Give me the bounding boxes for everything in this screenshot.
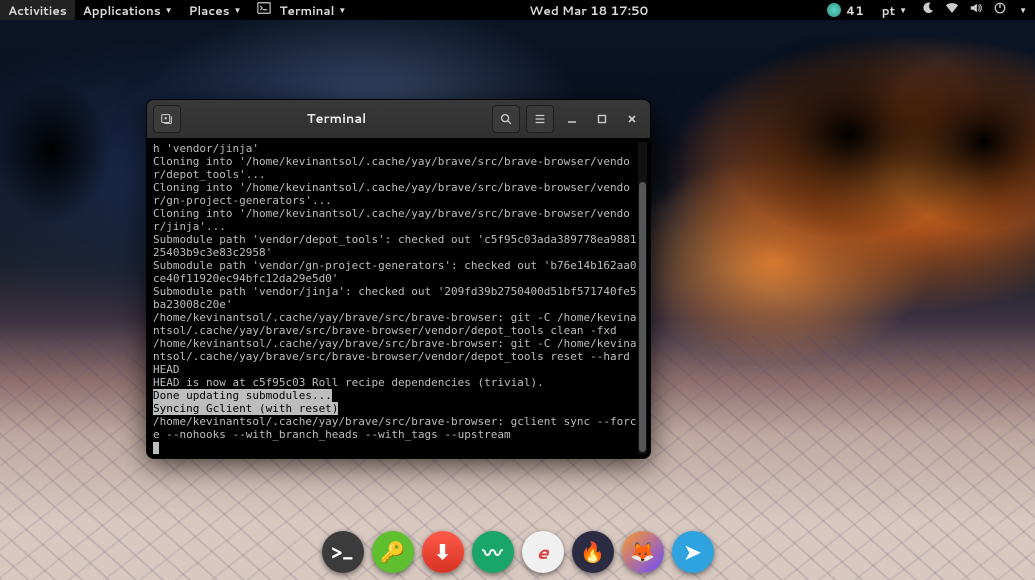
night-light-icon[interactable] [921,1,935,19]
dock-item-epiphany[interactable]: e [522,531,564,573]
dock-item-keepass[interactable]: 🔑 [372,531,414,573]
volume-icon[interactable] [969,1,983,19]
window-titlebar[interactable]: Terminal [147,100,650,138]
system-tray: 41 pt ▼ ▼ [823,1,1035,19]
scrollbar-thumb[interactable] [639,182,646,452]
power-icon[interactable] [993,1,1007,19]
terminal-viewport[interactable]: h 'vendor/jinja' Cloning into '/home/kev… [147,138,650,458]
temperature-value: 41 [846,2,864,19]
terminal-window: Terminal h 'vendor/jinja' Cloning into '… [147,100,650,458]
terminal-app-icon [257,1,271,19]
temperature-indicator[interactable]: 41 [823,2,868,19]
new-tab-button[interactable] [153,105,181,133]
active-app-menu[interactable]: Terminal ▼ [249,0,354,20]
activities-button[interactable]: Activities [0,0,75,20]
places-menu[interactable]: Places ▼ [181,0,250,20]
window-title: Terminal [187,110,486,128]
search-button[interactable] [492,105,520,133]
minimize-button[interactable] [560,107,584,131]
close-button[interactable] [620,107,644,131]
hamburger-menu-button[interactable] [526,105,554,133]
clock[interactable]: Wed Mar 18 17:50 [521,0,656,20]
active-app-label: Terminal [279,2,334,19]
dock-item-firefox[interactable]: 🦊 [622,531,664,573]
terminal-output[interactable]: h 'vendor/jinja' Cloning into '/home/kev… [153,142,638,454]
chevron-down-icon: ▼ [899,4,907,16]
keyboard-layout-label: pt [882,2,895,19]
sensor-icon [827,3,841,17]
activities-label: Activities [8,2,67,19]
dock-item-monitor[interactable]: 〰 [472,531,514,573]
applications-label: Applications [83,2,161,19]
top-panel: Activities Applications ▼ Places ▼ Termi… [0,0,1035,20]
chevron-down-icon: ▼ [1019,4,1027,16]
chevron-down-icon: ▼ [338,4,346,16]
places-label: Places [189,2,230,19]
keyboard-layout[interactable]: pt ▼ [878,2,911,19]
dock-item-flame[interactable]: 🔥 [572,531,614,573]
applications-menu[interactable]: Applications ▼ [75,0,181,20]
dock: >_🔑⬇〰e🔥🦊➤ [316,527,720,577]
scrollbar[interactable] [638,142,647,454]
dock-item-terminal[interactable]: >_ [322,531,364,573]
dock-item-telegram[interactable]: ➤ [672,531,714,573]
maximize-button[interactable] [590,107,614,131]
network-icon[interactable] [945,1,959,19]
clock-text: Wed Mar 18 17:50 [529,2,648,19]
chevron-down-icon: ▼ [234,4,242,16]
chevron-down-icon: ▼ [165,4,173,16]
dock-item-updater[interactable]: ⬇ [422,531,464,573]
